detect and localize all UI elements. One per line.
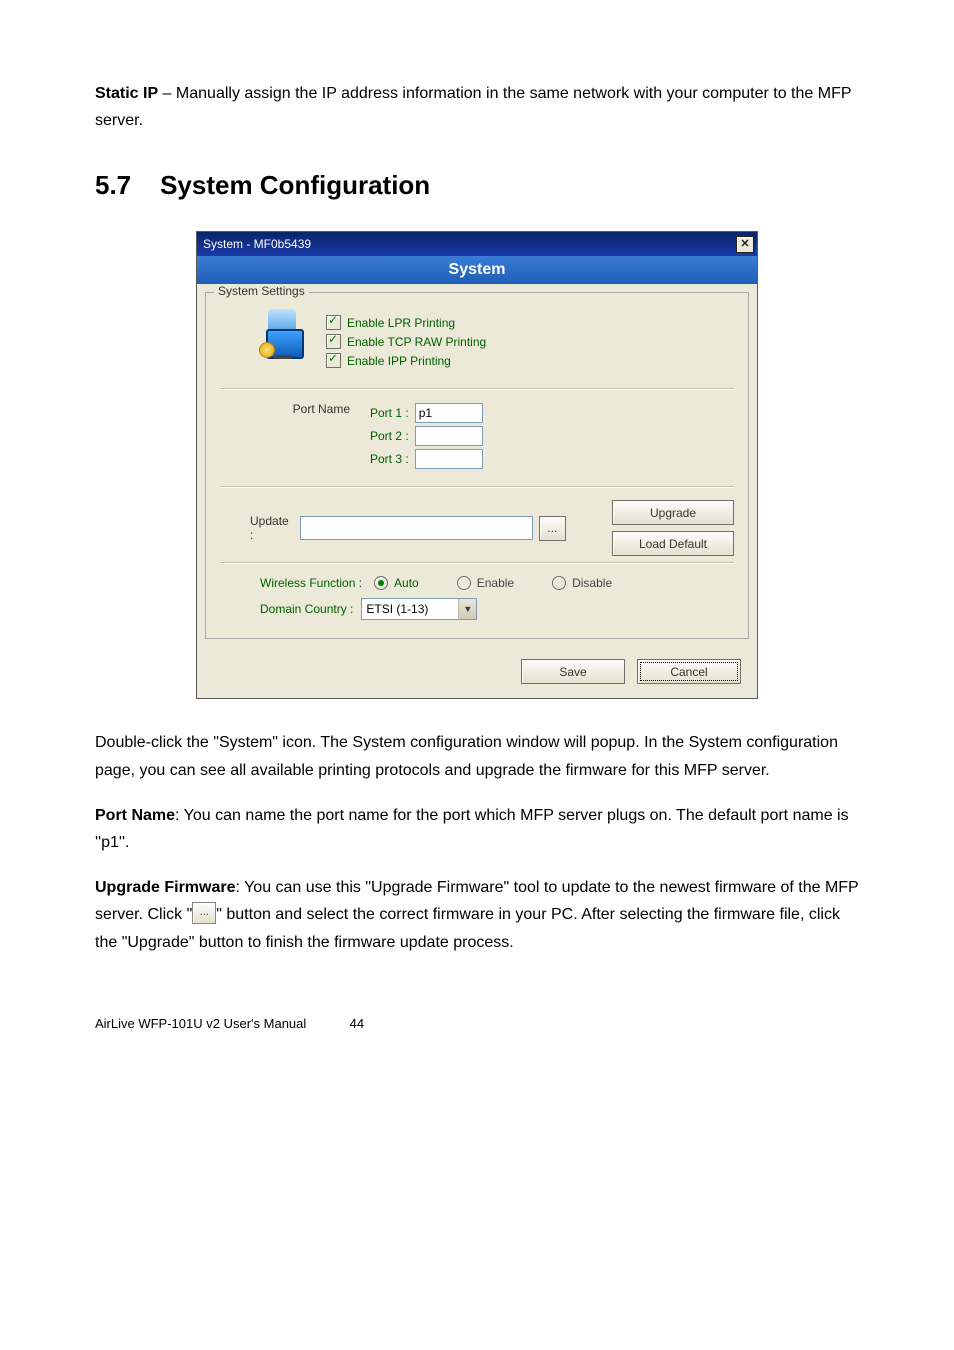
domain-country-label: Domain Country : <box>260 602 353 616</box>
system-icon <box>260 309 308 363</box>
system-settings-group: System Settings Enable LPR Printing <box>205 292 749 639</box>
footer-page: 44 <box>350 1016 364 1031</box>
chevron-down-icon: ▼ <box>458 599 476 619</box>
system-dialog: System - MF0b5439 ✕ System System Settin… <box>196 231 758 699</box>
footer-left: AirLive WFP-101U v2 User's Manual <box>95 1016 306 1031</box>
divider <box>220 562 734 564</box>
domain-country-value: ETSI (1-13) <box>366 602 428 616</box>
radio-auto[interactable] <box>374 576 388 590</box>
browse-button[interactable]: ... <box>539 516 566 541</box>
radio-enable[interactable] <box>457 576 471 590</box>
port-name-label: Port Name <box>240 400 350 472</box>
domain-country-select[interactable]: ETSI (1-13) ▼ <box>361 598 477 620</box>
section-title: System Configuration <box>160 170 430 200</box>
port3-input[interactable] <box>415 449 483 469</box>
enable-lpr-label: Enable LPR Printing <box>347 316 455 330</box>
static-ip-label: Static IP <box>95 85 158 102</box>
wireless-function-label: Wireless Function : <box>260 576 362 590</box>
divider <box>220 388 734 390</box>
browse-icon <box>192 902 216 924</box>
port2-input[interactable] <box>415 426 483 446</box>
dialog-banner: System <box>197 256 757 284</box>
radio-enable-label: Enable <box>477 576 514 590</box>
cancel-button[interactable]: Cancel <box>637 659 741 684</box>
titlebar: System - MF0b5439 ✕ <box>197 232 757 256</box>
titlebar-text: System - MF0b5439 <box>203 237 311 251</box>
port2-label: Port 2 : <box>370 429 409 443</box>
close-icon[interactable]: ✕ <box>736 236 754 253</box>
update-input[interactable] <box>300 516 532 540</box>
port1-input[interactable] <box>415 403 483 423</box>
checkbox-icon <box>326 353 341 368</box>
upgrade-label: Upgrade Firmware <box>95 879 235 896</box>
upgrade-button[interactable]: Upgrade <box>612 500 734 525</box>
save-button[interactable]: Save <box>521 659 625 684</box>
portname-label: Port Name <box>95 807 175 824</box>
port3-label: Port 3 : <box>370 452 409 466</box>
static-ip-text: – Manually assign the IP address informa… <box>95 85 851 129</box>
update-label: Update : <box>250 514 294 542</box>
paragraph-upgrade: Upgrade Firmware: You can use this "Upgr… <box>95 874 859 956</box>
section-number: 5.7 <box>95 170 131 200</box>
paragraph-system: Double-click the "System" icon. The Syst… <box>95 729 859 783</box>
footer: AirLive WFP-101U v2 User's Manual 44 <box>95 1016 859 1031</box>
port1-label: Port 1 : <box>370 406 409 420</box>
enable-tcp-label: Enable TCP RAW Printing <box>347 335 486 349</box>
radio-disable-label: Disable <box>572 576 612 590</box>
static-ip-paragraph: Static IP – Manually assign the IP addre… <box>95 80 859 134</box>
enable-tcp-checkbox[interactable]: Enable TCP RAW Printing <box>326 334 486 349</box>
section-heading: 5.7 System Configuration <box>95 170 859 201</box>
load-default-button[interactable]: Load Default <box>612 531 734 556</box>
divider <box>220 486 734 488</box>
checkbox-icon <box>326 315 341 330</box>
paragraph-portname: Port Name: You can name the port name fo… <box>95 802 859 856</box>
enable-ipp-label: Enable IPP Printing <box>347 354 451 368</box>
group-legend: System Settings <box>214 284 309 298</box>
portname-text: : You can name the port name for the por… <box>95 807 849 851</box>
radio-auto-label: Auto <box>394 576 419 590</box>
enable-ipp-checkbox[interactable]: Enable IPP Printing <box>326 353 486 368</box>
checkbox-icon <box>326 334 341 349</box>
enable-lpr-checkbox[interactable]: Enable LPR Printing <box>326 315 486 330</box>
radio-disable[interactable] <box>552 576 566 590</box>
